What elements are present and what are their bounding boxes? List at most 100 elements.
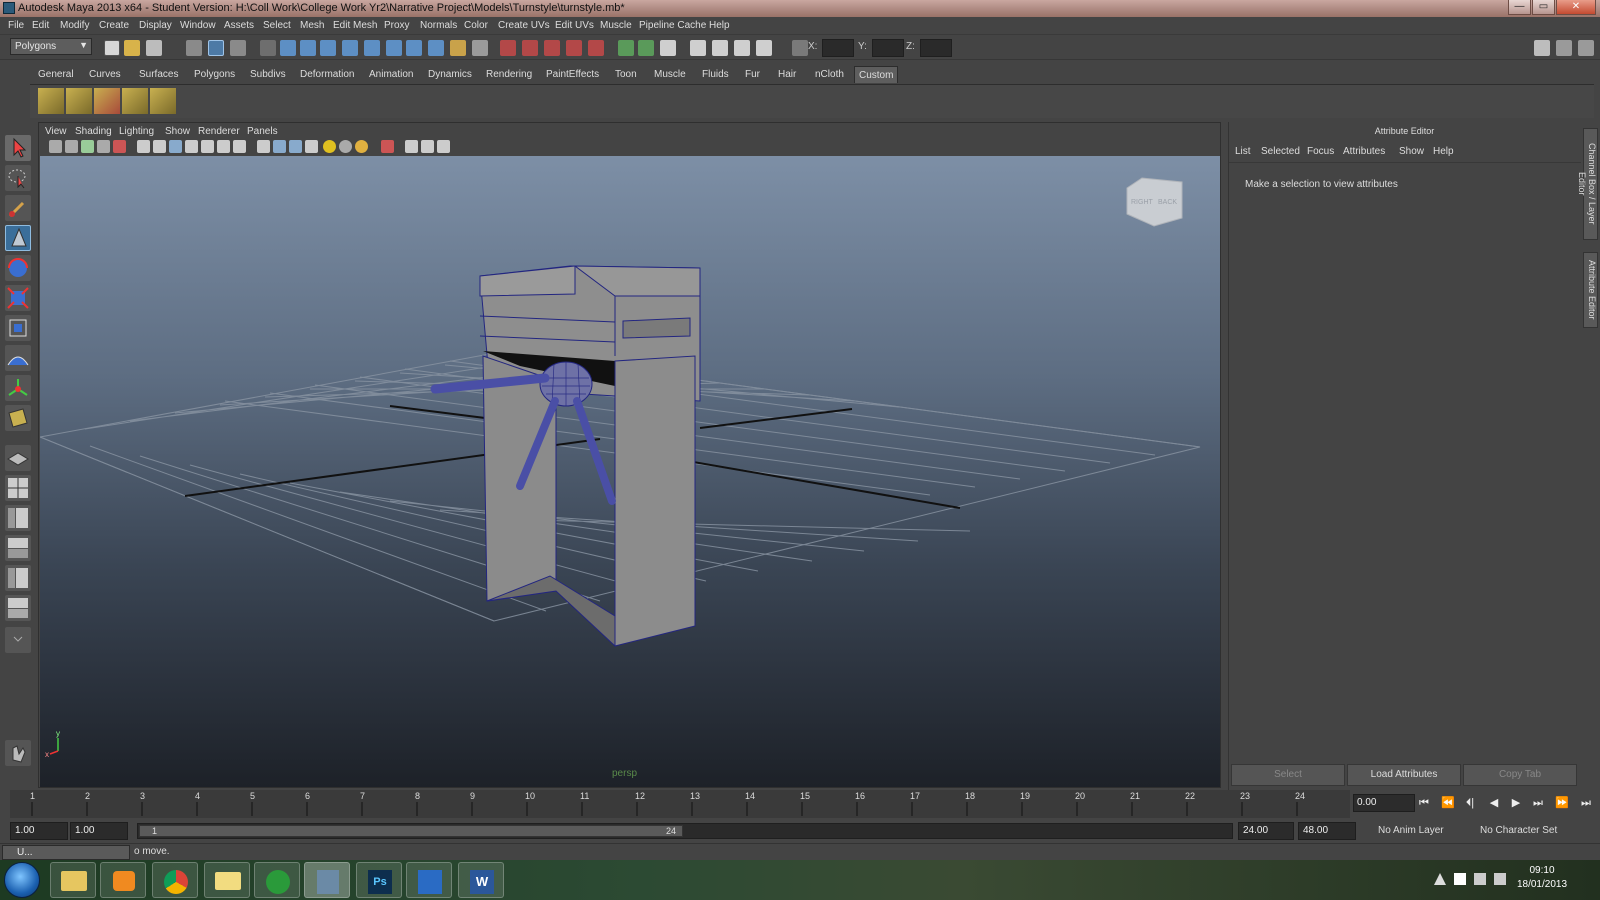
menu-proxy[interactable]: Proxy: [384, 20, 410, 31]
media-player-taskbar-icon[interactable]: [100, 862, 146, 898]
use-all-lights-icon[interactable]: [257, 140, 270, 153]
new-scene-icon[interactable]: [104, 40, 120, 56]
mask-rendering-icon[interactable]: [386, 40, 402, 56]
view-cube[interactable]: RIGHT BACK: [1126, 177, 1183, 227]
screen-space-ao-icon[interactable]: [323, 140, 336, 153]
image-plane-icon[interactable]: [97, 140, 110, 153]
maya-taskbar-icon[interactable]: [304, 862, 350, 898]
go-to-end-button[interactable]: ⏭: [1578, 796, 1594, 810]
shelf-tab-muscle[interactable]: Muscle: [650, 66, 690, 83]
mask-joints-icon[interactable]: [280, 40, 296, 56]
shelf-tab-custom[interactable]: Custom: [854, 66, 899, 83]
menu-help[interactable]: Help: [709, 20, 730, 31]
word-taskbar-icon[interactable]: W: [458, 862, 504, 898]
play-forwards-button[interactable]: ▶: [1508, 796, 1524, 810]
range-handle[interactable]: 1 24: [139, 825, 683, 837]
shelf-tab-ncloth[interactable]: nCloth: [811, 66, 848, 83]
shadows-icon[interactable]: [273, 140, 286, 153]
shelf-tab-subdivs[interactable]: Subdivs: [246, 66, 290, 83]
animation-start-field[interactable]: 1.00: [10, 822, 68, 840]
step-back-frame-button[interactable]: ⏴|: [1462, 796, 1478, 810]
textured-icon[interactable]: [233, 140, 246, 153]
minimized-window[interactable]: U...: [2, 845, 130, 860]
start-button[interactable]: [4, 862, 40, 898]
channel-box-side-tab[interactable]: Channel Box / Layer Editor: [1577, 128, 1598, 240]
ae-select-button[interactable]: Select: [1231, 764, 1345, 786]
single-perspective-layout-icon[interactable]: [5, 445, 31, 471]
render-view-icon[interactable]: [690, 40, 706, 56]
menu-create[interactable]: Create: [99, 20, 129, 31]
vp-menu-view[interactable]: View: [45, 126, 67, 137]
shelf-tab-surfaces[interactable]: Surfaces: [135, 66, 182, 83]
select-by-hierarchy-icon[interactable]: [186, 40, 202, 56]
ae-menu-show[interactable]: Show: [1399, 146, 1424, 157]
menu-display[interactable]: Display: [139, 20, 172, 31]
menu-edit-mesh[interactable]: Edit Mesh: [333, 20, 377, 31]
ae-menu-focus[interactable]: Focus: [1307, 146, 1334, 157]
menu-set-select[interactable]: Polygons ▼: [10, 38, 92, 55]
mask-misc-icon[interactable]: [406, 40, 422, 56]
question-icon[interactable]: [428, 40, 444, 56]
vp-menu-show[interactable]: Show: [165, 126, 190, 137]
menu-muscle[interactable]: Muscle: [600, 20, 632, 31]
layout-options-icon[interactable]: [5, 627, 31, 653]
ae-menu-help[interactable]: Help: [1433, 146, 1454, 157]
hypershade-layout-icon[interactable]: [5, 595, 31, 621]
isolate-select-icon[interactable]: [289, 140, 302, 153]
play-backwards-button[interactable]: ◀: [1486, 796, 1502, 810]
snap-to-curve-icon[interactable]: [522, 40, 538, 56]
go-to-start-button[interactable]: ⏮: [1416, 796, 1432, 810]
select-tool-icon[interactable]: [5, 135, 31, 161]
mask-dynamics-icon[interactable]: [364, 40, 380, 56]
shelf-tab-painteffects[interactable]: PaintEffects: [542, 66, 603, 83]
shelf-tool-3-icon[interactable]: [94, 88, 120, 114]
close-button[interactable]: ✕: [1556, 0, 1596, 15]
shelf-tab-deformation[interactable]: Deformation: [296, 66, 358, 83]
paint-select-tool-icon[interactable]: [5, 195, 31, 221]
grid-icon[interactable]: [153, 140, 166, 153]
menu-edit[interactable]: Edit: [32, 20, 49, 31]
step-back-key-button[interactable]: ⏪: [1440, 796, 1456, 810]
playback-start-field[interactable]: 1.00: [70, 822, 128, 840]
shelf-tab-toon[interactable]: Toon: [611, 66, 641, 83]
system-clock[interactable]: 09:10 18/01/2013: [1508, 864, 1576, 892]
film-gate-icon[interactable]: [437, 140, 450, 153]
vp-menu-renderer[interactable]: Renderer: [198, 126, 240, 137]
shelf-tab-polygons[interactable]: Polygons: [190, 66, 239, 83]
four-view-layout-icon[interactable]: [5, 475, 31, 501]
motion-blur-icon[interactable]: [339, 140, 352, 153]
safe-action-icon[interactable]: [421, 140, 434, 153]
render-frame-icon[interactable]: [712, 40, 728, 56]
ipr-render-icon[interactable]: [734, 40, 750, 56]
shelf-tool-4-icon[interactable]: [122, 88, 148, 114]
lasso-tool-icon[interactable]: [5, 165, 31, 191]
range-bar[interactable]: 1 24: [137, 823, 1233, 839]
transform-field-icon[interactable]: [792, 40, 808, 56]
menu-select[interactable]: Select: [263, 20, 291, 31]
volume-icon[interactable]: [1494, 873, 1506, 885]
input-ops-icon[interactable]: [618, 40, 634, 56]
persp-hypershade-layout-icon[interactable]: [5, 565, 31, 591]
field-chart-icon[interactable]: [405, 140, 418, 153]
snap-to-point-icon[interactable]: [544, 40, 560, 56]
shelf-tab-curves[interactable]: Curves: [85, 66, 125, 83]
shelf-tab-animation[interactable]: Animation: [365, 66, 417, 83]
step-forward-key-button[interactable]: ⏭: [1530, 796, 1546, 810]
save-scene-icon[interactable]: [146, 40, 162, 56]
select-by-component-icon[interactable]: [230, 40, 246, 56]
z-field[interactable]: [920, 39, 952, 57]
toggle-tool-settings-icon[interactable]: [1556, 40, 1572, 56]
current-frame-field[interactable]: 0.00: [1353, 794, 1415, 812]
wireframe-on-shaded-icon[interactable]: [185, 140, 198, 153]
action-center-icon[interactable]: [1454, 873, 1466, 885]
ae-menu-attributes[interactable]: Attributes: [1343, 146, 1385, 157]
perspective-viewport[interactable]: RIGHT BACK y x persp: [40, 156, 1220, 787]
bookmarks-icon[interactable]: [81, 140, 94, 153]
xray-joints-icon[interactable]: [217, 140, 230, 153]
render-settings-icon[interactable]: [756, 40, 772, 56]
select-by-object-icon[interactable]: [208, 40, 224, 56]
shelf-tab-hair[interactable]: Hair: [774, 66, 800, 83]
select-camera-icon[interactable]: [49, 140, 62, 153]
mask-curves-icon[interactable]: [300, 40, 316, 56]
soft-modification-icon[interactable]: [5, 345, 31, 371]
